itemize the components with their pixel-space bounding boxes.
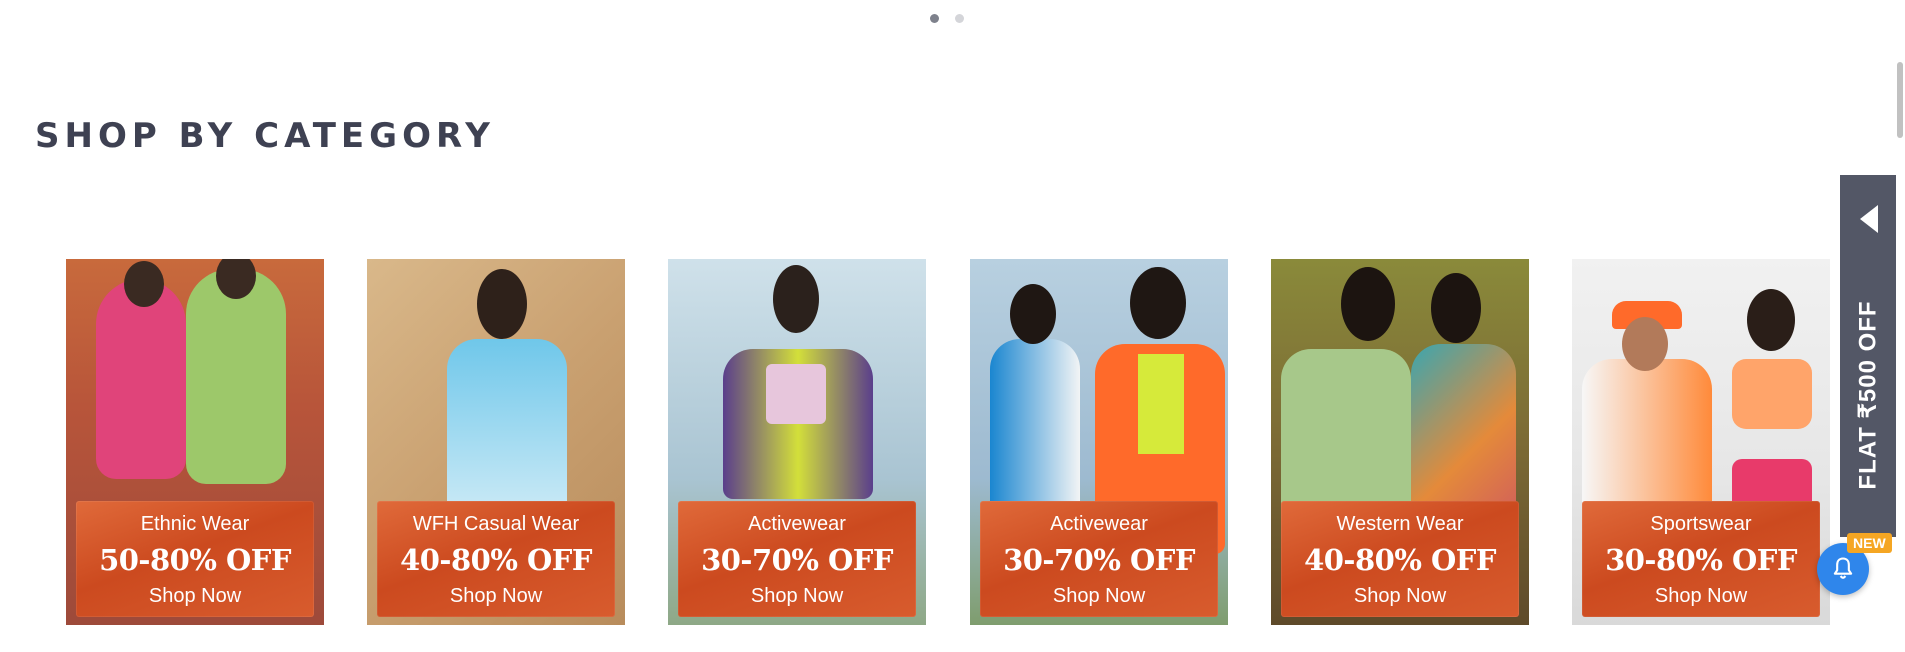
- category-name: Sportswear: [1650, 513, 1752, 535]
- carousel-dot-1[interactable]: [930, 14, 939, 23]
- shop-now-link[interactable]: Shop Now: [1582, 585, 1820, 608]
- category-offer-panel: Western Wear 40-80% OFF Shop Now: [1281, 501, 1519, 617]
- category-name: WFH Casual Wear: [412, 513, 580, 535]
- category-offer-panel: Activewear 30-70% OFF Shop Now: [980, 501, 1218, 617]
- shop-now-link[interactable]: Shop Now: [1281, 585, 1519, 608]
- category-name: Ethnic Wear: [140, 513, 250, 535]
- shop-now-link[interactable]: Shop Now: [377, 585, 615, 608]
- category-name: Activewear: [1050, 513, 1148, 535]
- category-card-sportswear[interactable]: Sportswear 30-80% OFF Shop Now: [1572, 259, 1830, 625]
- category-card-wfh-casual-wear[interactable]: WFH Casual Wear 40-80% OFF Shop Now: [367, 259, 625, 625]
- category-offer-panel: Activewear 30-70% OFF Shop Now: [678, 501, 916, 617]
- category-discount: 30-70% OFF: [1003, 543, 1195, 577]
- new-badge: NEW: [1847, 533, 1892, 553]
- flat-offer-label: FLAT ₹500 OFF: [1854, 300, 1882, 490]
- bell-icon: [1833, 557, 1853, 579]
- carousel-dot-2[interactable]: [955, 14, 964, 23]
- category-discount: 40-80% OFF: [400, 543, 592, 577]
- category-card-activewear-2[interactable]: Activewear 30-70% OFF Shop Now: [970, 259, 1228, 625]
- category-discount: 30-80% OFF: [1605, 543, 1797, 577]
- category-discount: 40-80% OFF: [1304, 543, 1496, 577]
- category-discount: 50-80% OFF: [99, 543, 291, 577]
- section-title: SHOP BY CATEGORY: [35, 116, 495, 156]
- flat-offer-tab[interactable]: FLAT ₹500 OFF: [1840, 175, 1896, 537]
- category-offer-panel: Ethnic Wear 50-80% OFF Shop Now: [76, 501, 314, 617]
- category-offer-panel: WFH Casual Wear 40-80% OFF Shop Now: [377, 501, 615, 617]
- category-name: Western Wear: [1336, 513, 1464, 535]
- carousel-dots: [930, 14, 964, 23]
- shop-now-link[interactable]: Shop Now: [980, 585, 1218, 608]
- category-card-activewear-1[interactable]: Activewear 30-70% OFF Shop Now: [668, 259, 926, 625]
- category-discount: 30-70% OFF: [701, 543, 893, 577]
- category-name: Activewear: [748, 513, 846, 535]
- category-offer-panel: Sportswear 30-80% OFF Shop Now: [1582, 501, 1820, 617]
- shop-now-link[interactable]: Shop Now: [678, 585, 916, 608]
- category-card-western-wear[interactable]: Western Wear 40-80% OFF Shop Now: [1271, 259, 1529, 625]
- triangle-left-icon[interactable]: [1860, 205, 1878, 233]
- category-card-ethnic-wear[interactable]: Ethnic Wear 50-80% OFF Shop Now: [66, 259, 324, 625]
- scrollbar-thumb[interactable]: [1897, 62, 1903, 138]
- shop-now-link[interactable]: Shop Now: [76, 585, 314, 608]
